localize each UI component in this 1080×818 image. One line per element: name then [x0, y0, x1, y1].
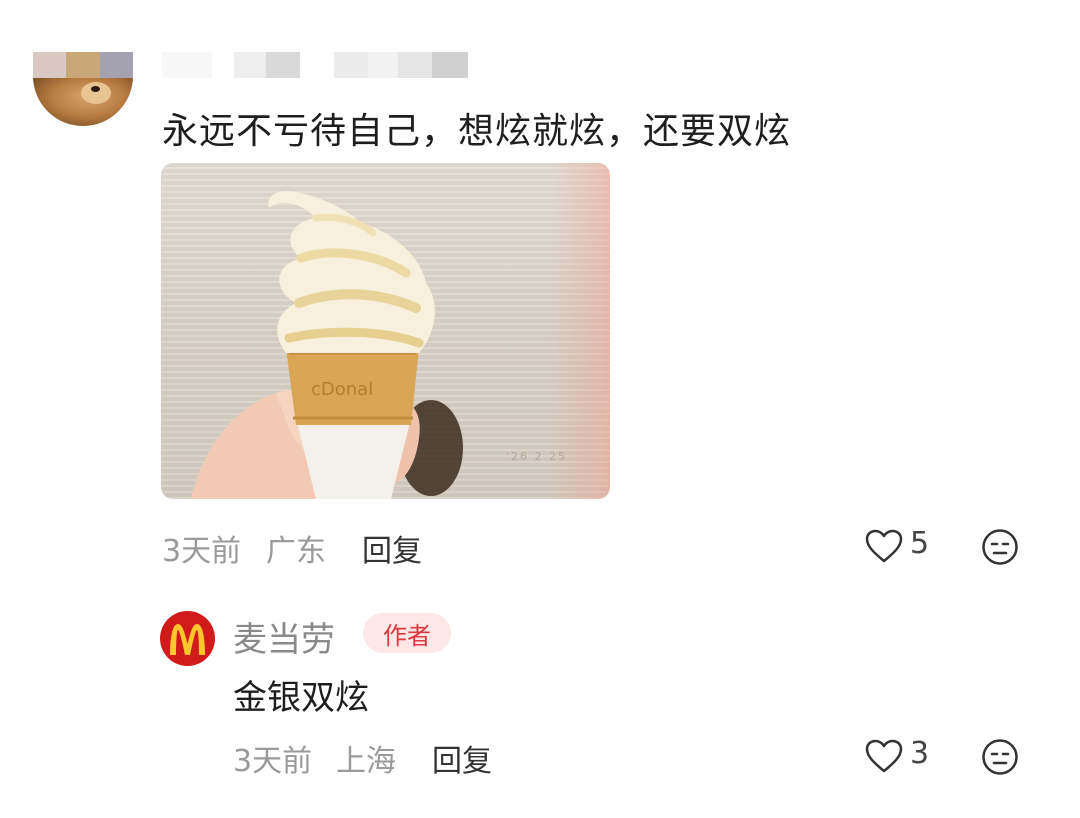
reply-reply-button[interactable]: 回复 [432, 736, 492, 780]
heart-icon[interactable] [864, 528, 904, 564]
face-icon[interactable] [981, 528, 1019, 566]
reply-author-name[interactable]: 麦当劳 [233, 612, 335, 661]
avatar[interactable] [33, 52, 133, 126]
mcdonalds-avatar[interactable] [160, 611, 215, 666]
avatar-pixel [66, 52, 100, 78]
reply-button[interactable]: 回复 [362, 526, 422, 570]
avatar-photo [33, 78, 133, 126]
avatar-pixel [33, 52, 66, 78]
like-count: 5 [910, 526, 930, 561]
comment-time: 3天前 [162, 534, 242, 569]
author-badge: 作者 [363, 613, 451, 653]
photo-timestamp: '26 2 25 [506, 450, 568, 463]
comment-text: 永远不亏待自己，想炫就炫，还要双炫 [162, 111, 792, 152]
reply-time: 3天前 [233, 744, 313, 779]
reply-like-count: 3 [910, 736, 930, 771]
ice-cream-illustration: cDonal [191, 191, 463, 499]
face-icon[interactable] [981, 738, 1019, 776]
reply-text: 金银双炫 [233, 678, 369, 718]
comment-location: 广东 [266, 534, 326, 569]
mcdonalds-logo [170, 624, 205, 655]
reply-location: 上海 [336, 744, 396, 779]
heart-icon[interactable] [864, 738, 904, 774]
comment-photo[interactable]: cDonal '26 2 25 [161, 163, 610, 499]
avatar-dog-nose [91, 86, 100, 92]
cone-text: cDonal [311, 379, 373, 400]
username-blurred[interactable] [162, 52, 472, 78]
avatar-pixel [100, 52, 133, 78]
